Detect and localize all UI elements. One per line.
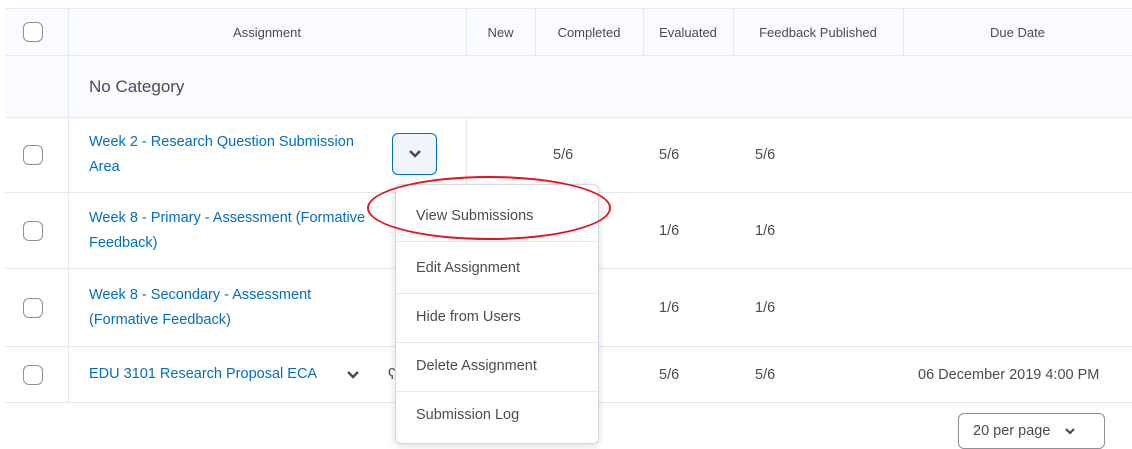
assignment-link[interactable]: EDU 3101 Research Proposal ECA (89, 347, 317, 402)
row-checkbox[interactable] (23, 365, 43, 385)
col-assignment[interactable]: Assignment (68, 9, 466, 55)
chevron-down-icon (408, 150, 421, 158)
feedback-value[interactable]: 1/6 (755, 193, 775, 268)
evaluated-value[interactable]: 5/6 (659, 118, 679, 192)
chevron-down-icon (347, 370, 359, 379)
assignment-actions-button[interactable] (392, 133, 437, 175)
feedback-value[interactable]: 5/6 (755, 118, 775, 192)
select-all-checkbox[interactable] (23, 22, 43, 42)
menu-item-hide-from-users[interactable]: Hide from Users (396, 291, 598, 343)
evaluated-value[interactable]: 5/6 (659, 347, 679, 402)
assignment-link[interactable]: Week 8 - Secondary - Assessment (Formativ… (89, 269, 389, 346)
category-label: No Category (89, 76, 185, 96)
col-evaluated[interactable]: Evaluated (643, 9, 733, 55)
menu-item-submission-log[interactable]: Submission Log (396, 389, 598, 441)
table-row: Week 2 - Research Question Submission Are… (5, 118, 1132, 193)
evaluated-value[interactable]: 1/6 (659, 269, 679, 346)
table-header: Assignment New Completed Evaluated Feedb… (5, 8, 1132, 57)
due-date-value: 06 December 2019 4:00 PM (918, 366, 1100, 383)
col-feedback-published[interactable]: Feedback Published (733, 9, 903, 55)
row-checkbox[interactable] (23, 298, 43, 318)
menu-item-view-submissions[interactable]: View Submissions (396, 190, 598, 242)
menu-item-edit-assignment[interactable]: Edit Assignment (396, 242, 598, 294)
assignment-context-menu: View Submissions Edit Assignment Hide fr… (395, 184, 599, 444)
chevron-down-icon (1065, 427, 1076, 435)
category-row: No Category (5, 56, 1132, 118)
evaluated-value[interactable]: 1/6 (659, 193, 679, 268)
page-size-label: 20 per page (973, 423, 1051, 439)
col-new[interactable]: New (466, 9, 535, 55)
row-checkbox[interactable] (23, 145, 43, 165)
feedback-value[interactable]: 5/6 (755, 347, 775, 402)
menu-item-delete-assignment[interactable]: Delete Assignment (396, 340, 598, 392)
completed-value[interactable]: 5/6 (553, 118, 573, 192)
feedback-value[interactable]: 1/6 (755, 269, 775, 346)
col-due-date[interactable]: Due Date (903, 9, 1132, 55)
row-checkbox[interactable] (23, 221, 43, 241)
col-completed[interactable]: Completed (535, 9, 643, 55)
assignment-link[interactable]: Week 2 - Research Question Submission Are… (89, 118, 389, 192)
page-size-select[interactable]: 20 per page (958, 413, 1105, 449)
assignment-link[interactable]: Week 8 - Primary - Assessment (Formative… (89, 193, 409, 268)
assignment-actions-button[interactable] (346, 347, 360, 402)
